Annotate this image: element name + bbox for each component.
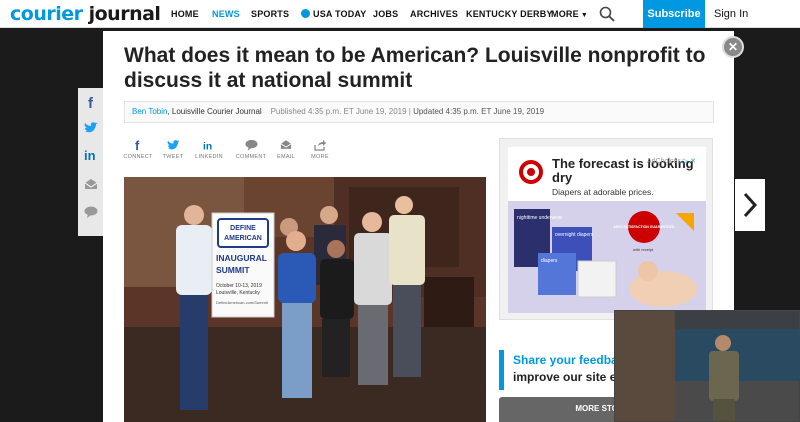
feedback-accent-bar: [499, 350, 504, 390]
linkedin-icon: in: [203, 142, 212, 151]
ad-package-label-1: nighttime underwear: [517, 215, 563, 221]
rail-facebook[interactable]: f: [78, 90, 103, 114]
rail-comment[interactable]: [78, 200, 103, 224]
rail-email[interactable]: [78, 172, 103, 196]
chevron-right-icon: [743, 192, 758, 218]
chevron-down-icon: ▼: [580, 12, 588, 19]
sign-line1: DEFINE: [230, 225, 256, 232]
close-icon: ✕: [727, 40, 739, 54]
share-comment[interactable]: COMMENT: [234, 138, 268, 160]
ad-badge: 100% SATISFACTION GUARANTEED: [614, 225, 675, 229]
share-arrow-icon: [314, 139, 326, 151]
linkedin-icon: in: [84, 148, 96, 161]
email-icon: [84, 178, 97, 189]
sign-line6: Louisville, Kentucky: [216, 290, 260, 296]
article-photo[interactable]: DEFINE AMERICAN INAUGURAL SUMMIT October…: [124, 177, 486, 422]
usatoday-dot-icon: [301, 9, 310, 18]
share-twitter[interactable]: TWEET: [156, 138, 190, 160]
sign-line3: INAUGURAL: [216, 253, 267, 263]
search-icon[interactable]: [599, 6, 615, 22]
ad-package-label-3: diapers: [541, 258, 558, 264]
share-rail: f in: [78, 88, 103, 236]
next-article-button[interactable]: [735, 179, 765, 231]
svg-text:in: in: [84, 148, 96, 161]
author-link[interactable]: Ben Tobin: [132, 107, 167, 116]
share-more[interactable]: MORE: [303, 138, 337, 160]
updated-time: Updated 4:35 p.m. ET June 19, 2019: [413, 107, 545, 116]
rail-linkedin[interactable]: in: [78, 142, 103, 166]
byline: Ben Tobin, Louisville Courier Journal Pu…: [124, 101, 714, 123]
twitter-icon: [84, 122, 98, 133]
facebook-icon: f: [135, 139, 140, 151]
nav-archives[interactable]: ARCHIVES: [410, 9, 458, 19]
twitter-icon: [167, 139, 180, 149]
ad-badge-note: with receipt: [633, 247, 654, 252]
courier-journal-logo[interactable]: courier journal: [10, 2, 161, 26]
svg-text:f: f: [135, 139, 140, 151]
target-logo-icon: [519, 160, 543, 184]
comment-icon: [244, 139, 258, 151]
video-frame: [615, 311, 799, 421]
top-navigation: courier journal HOME NEWS SPORTS USA TOD…: [0, 0, 800, 28]
published-time: Published 4:35 p.m. ET June 19, 2019: [270, 107, 407, 116]
author-org: , Louisville Courier Journal: [167, 107, 262, 116]
nav-news[interactable]: NEWS: [212, 9, 240, 19]
sign-line5: October 10-13, 2019: [216, 283, 262, 289]
ad-subtext: Diapers at adorable prices.: [552, 187, 654, 197]
svg-text:f: f: [88, 95, 94, 109]
article-headline: What does it mean to be American? Louisv…: [124, 44, 706, 92]
close-button[interactable]: ✕: [722, 36, 744, 58]
facebook-icon: f: [88, 95, 94, 109]
adchoices-link[interactable]: AdChoices ▷ ✕: [647, 157, 696, 165]
nav-jobs[interactable]: JOBS: [373, 9, 398, 19]
ad-creative[interactable]: The forecast is looking dry Diapers at a…: [508, 147, 706, 313]
svg-text:in: in: [203, 142, 212, 151]
email-icon: [280, 140, 292, 149]
comment-icon: [84, 206, 97, 218]
sign-line4: SUMMIT: [216, 265, 250, 275]
nav-more[interactable]: MORE ▼: [551, 9, 588, 19]
rail-twitter[interactable]: [78, 116, 103, 140]
ad-package-label-2: overnight diapers: [555, 232, 594, 238]
share-facebook[interactable]: f CONNECT: [121, 138, 155, 160]
sign-line7: DefineAmerican.com/Summit: [216, 300, 269, 305]
ad-image: nighttime underwear overnight diapers di…: [508, 201, 706, 313]
sign-line2: AMERICAN: [224, 235, 262, 242]
nav-sports[interactable]: SPORTS: [251, 9, 289, 19]
share-email[interactable]: EMAIL: [269, 138, 303, 160]
ad-close-icon[interactable]: ✕: [688, 158, 696, 165]
nav-home[interactable]: HOME: [171, 9, 199, 19]
group-photo-image: DEFINE AMERICAN INAUGURAL SUMMIT October…: [124, 177, 486, 422]
subscribe-button[interactable]: Subscribe: [643, 0, 705, 28]
share-linkedin[interactable]: in LINKEDIN: [192, 138, 226, 160]
nav-kentucky-derby[interactable]: KENTUCKY DERBY: [466, 9, 553, 19]
advertisement[interactable]: The forecast is looking dry Diapers at a…: [499, 138, 713, 320]
floating-video-player[interactable]: [614, 310, 800, 422]
sign-in-link[interactable]: Sign In: [714, 8, 748, 20]
nav-usatoday[interactable]: USA TODAY: [301, 9, 366, 19]
